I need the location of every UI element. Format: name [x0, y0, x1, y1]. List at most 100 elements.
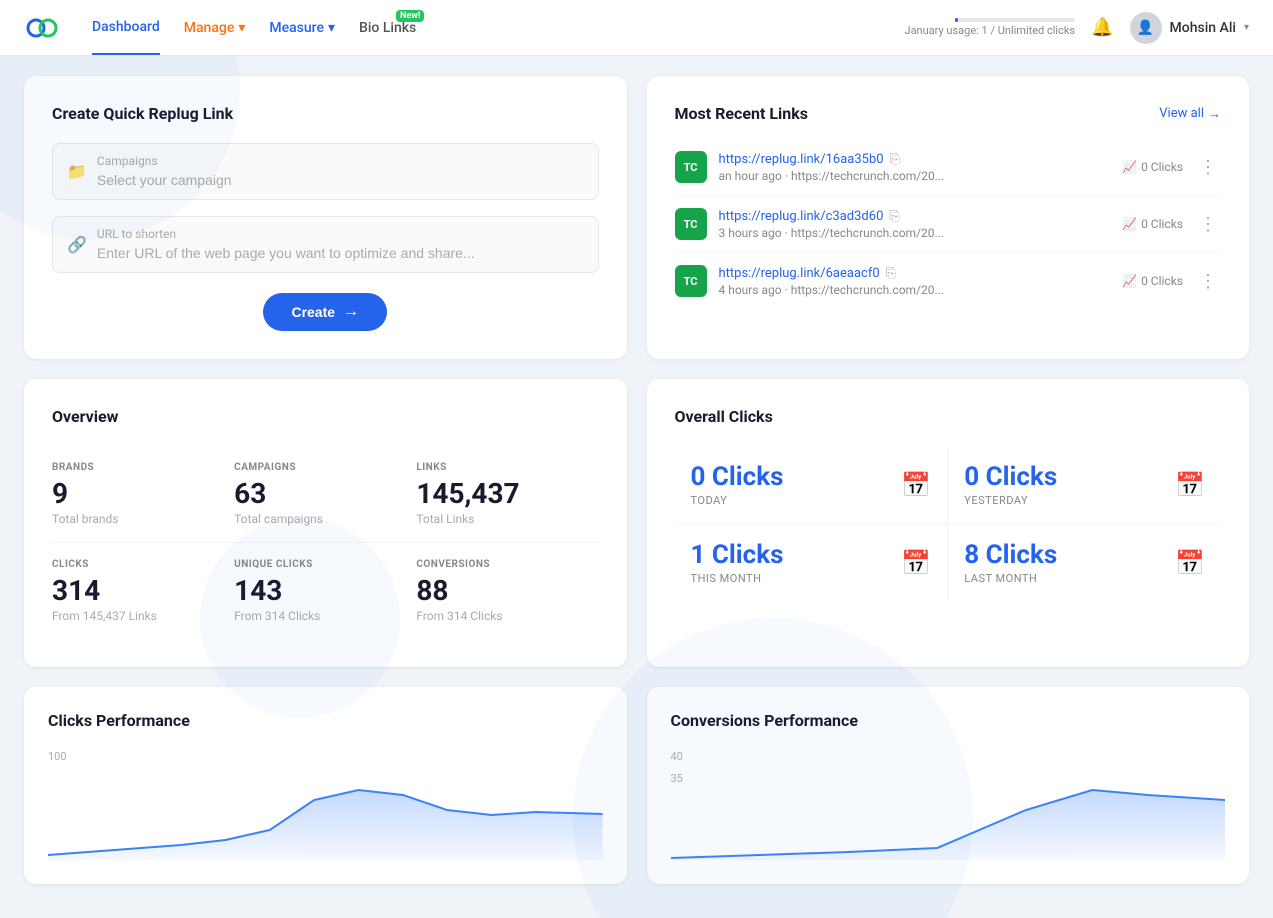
view-all-link[interactable]: View all → [1159, 106, 1221, 122]
chevron-down-icon: ▾ [328, 20, 335, 36]
conversions-performance-card: Conversions Performance 40 35 [647, 687, 1250, 884]
clicks-last-month-label: LAST MONTH [964, 572, 1057, 585]
overview-stat-item: BRANDS 9 Total brands [52, 446, 234, 542]
overview-stat-sub: From 314 Clicks [234, 609, 416, 623]
link-url[interactable]: https://replug.link/6aeaacf0 ⎘ [719, 266, 1111, 281]
calendar-icon: 📅 [1175, 549, 1205, 577]
url-input[interactable] [97, 245, 584, 261]
link-url[interactable]: https://replug.link/16aa35b0 ⎘ [719, 152, 1111, 167]
more-options-icon[interactable]: ⋮ [1195, 214, 1221, 235]
avatar-icon: 👤 [1137, 20, 1154, 36]
copy-icon[interactable]: ⎘ [889, 209, 899, 224]
nav-links: Dashboard Manage ▾ Measure ▾ Bio Links N… [92, 1, 905, 55]
clicks-chart: 100 [48, 750, 603, 860]
usage-text: January usage: 1 / Unlimited clicks [905, 24, 1076, 37]
link-favicon: TC [675, 151, 707, 183]
conversions-chart-svg [671, 770, 1226, 860]
overview-stat-item: CONVERSIONS 88 From 314 Clicks [416, 542, 598, 639]
link-details: https://replug.link/c3ad3d60 ⎘ 3 hours a… [719, 209, 1111, 240]
link-meta: 3 hours ago · https://techcrunch.com/20.… [719, 226, 1111, 240]
link-clicks: 📈 0 Clicks [1122, 274, 1183, 288]
clicks-last-month-value: 8 Clicks [964, 540, 1057, 570]
arrow-right-icon: → [343, 303, 359, 321]
links-list: TC https://replug.link/16aa35b0 ⎘ an hou… [675, 139, 1222, 309]
overview-stat-sub: From 145,437 Links [52, 609, 234, 623]
clicks-yesterday-value: 0 Clicks [964, 462, 1057, 492]
user-menu[interactable]: 👤 Mohsin Ali ▾ [1130, 12, 1249, 44]
more-options-icon[interactable]: ⋮ [1195, 271, 1221, 292]
arrow-right-icon: → [1208, 106, 1221, 122]
list-item: TC https://replug.link/16aa35b0 ⎘ an hou… [675, 139, 1222, 196]
avatar: 👤 [1130, 12, 1162, 44]
overview-stat-label: BRANDS [52, 462, 234, 473]
nav-measure[interactable]: Measure ▾ [269, 2, 335, 54]
conversions-chart: 40 35 [671, 750, 1226, 860]
overall-clicks-card: Overall Clicks 0 Clicks TODAY 📅 0 Clicks… [647, 379, 1250, 667]
usage-bar-fill [955, 18, 957, 22]
recent-links-card: Most Recent Links View all → TC https://… [647, 76, 1250, 359]
copy-icon[interactable]: ⎘ [886, 266, 896, 281]
clicks-perf-title: Clicks Performance [48, 711, 603, 730]
recent-links-title: Most Recent Links [675, 104, 809, 123]
chart-label-100: 100 [48, 750, 67, 763]
chart-label-40: 40 [671, 750, 683, 763]
chevron-down-icon: ▾ [238, 20, 245, 36]
recent-links-header: Most Recent Links View all → [675, 104, 1222, 123]
clicks-top-row: 0 Clicks TODAY 📅 0 Clicks YESTERDAY 📅 [675, 446, 1222, 523]
main-content: Create Quick Replug Link 📁 Campaigns 🔗 U… [0, 56, 1273, 904]
create-link-title: Create Quick Replug Link [52, 104, 599, 123]
list-item: TC https://replug.link/6aeaacf0 ⎘ 4 hour… [675, 253, 1222, 309]
clicks-this-month: 1 Clicks THIS MONTH 📅 [675, 524, 948, 601]
more-options-icon[interactable]: ⋮ [1195, 157, 1221, 178]
overview-title: Overview [52, 407, 599, 426]
campaign-input-wrapper[interactable]: 📁 Campaigns [52, 143, 599, 200]
clicks-today-value: 0 Clicks [691, 462, 784, 492]
overview-stat-value: 314 [52, 574, 234, 607]
conversions-perf-title: Conversions Performance [671, 711, 1226, 730]
clicks-today: 0 Clicks TODAY 📅 [675, 446, 948, 523]
usage-info: January usage: 1 / Unlimited clicks [905, 18, 1076, 37]
link-meta: an hour ago · https://techcrunch.com/20.… [719, 169, 1111, 183]
clicks-performance-card: Clicks Performance 100 [24, 687, 627, 884]
url-label: URL to shorten [97, 227, 584, 241]
clicks-last-month: 8 Clicks LAST MONTH 📅 [948, 524, 1221, 601]
chevron-down-icon: ▾ [1244, 22, 1249, 33]
clicks-today-label: TODAY [691, 494, 784, 507]
link-url[interactable]: https://replug.link/c3ad3d60 ⎘ [719, 209, 1111, 224]
nav-manage[interactable]: Manage ▾ [184, 2, 246, 54]
overview-stat-value: 63 [234, 477, 416, 510]
campaign-input[interactable] [97, 172, 584, 188]
nav-dashboard[interactable]: Dashboard [92, 1, 160, 55]
chart-icon: 📈 [1122, 274, 1137, 288]
overview-stat-label: UNIQUE CLICKS [234, 559, 416, 570]
bell-icon[interactable]: 🔔 [1091, 17, 1113, 38]
overview-stat-label: CONVERSIONS [416, 559, 598, 570]
link-clicks: 📈 0 Clicks [1122, 160, 1183, 174]
overview-stat-sub: Total Links [416, 512, 598, 526]
overview-grid: BRANDS 9 Total brands CAMPAIGNS 63 Total… [52, 446, 599, 639]
chart-icon: 📈 [1122, 217, 1137, 231]
chart-icon: 📈 [1122, 160, 1137, 174]
clicks-this-month-label: THIS MONTH [691, 572, 784, 585]
navbar: Dashboard Manage ▾ Measure ▾ Bio Links N… [0, 0, 1273, 56]
overview-card: Overview BRANDS 9 Total brands CAMPAIGNS… [24, 379, 627, 667]
nav-biolinks[interactable]: Bio Links New! [359, 2, 416, 54]
clicks-this-month-value: 1 Clicks [691, 540, 784, 570]
link-details: https://replug.link/16aa35b0 ⎘ an hour a… [719, 152, 1111, 183]
overview-stat-label: CLICKS [52, 559, 234, 570]
url-input-wrapper[interactable]: 🔗 URL to shorten [52, 216, 599, 273]
url-group: 🔗 URL to shorten [52, 216, 599, 273]
clicks-yesterday: 0 Clicks YESTERDAY 📅 [948, 446, 1221, 523]
overview-stat-value: 143 [234, 574, 416, 607]
campaign-label: Campaigns [97, 154, 584, 168]
link-details: https://replug.link/6aeaacf0 ⎘ 4 hours a… [719, 266, 1111, 297]
create-button[interactable]: Create → [263, 293, 387, 331]
chart-label-35: 35 [671, 772, 683, 785]
overview-stat-label: LINKS [416, 462, 598, 473]
campaign-icon: 📁 [67, 162, 87, 181]
clicks-chart-svg [48, 770, 603, 860]
user-name: Mohsin Ali [1170, 20, 1236, 36]
copy-icon[interactable]: ⎘ [890, 152, 900, 167]
overview-stat-sub: From 314 Clicks [416, 609, 598, 623]
logo[interactable] [24, 10, 60, 46]
